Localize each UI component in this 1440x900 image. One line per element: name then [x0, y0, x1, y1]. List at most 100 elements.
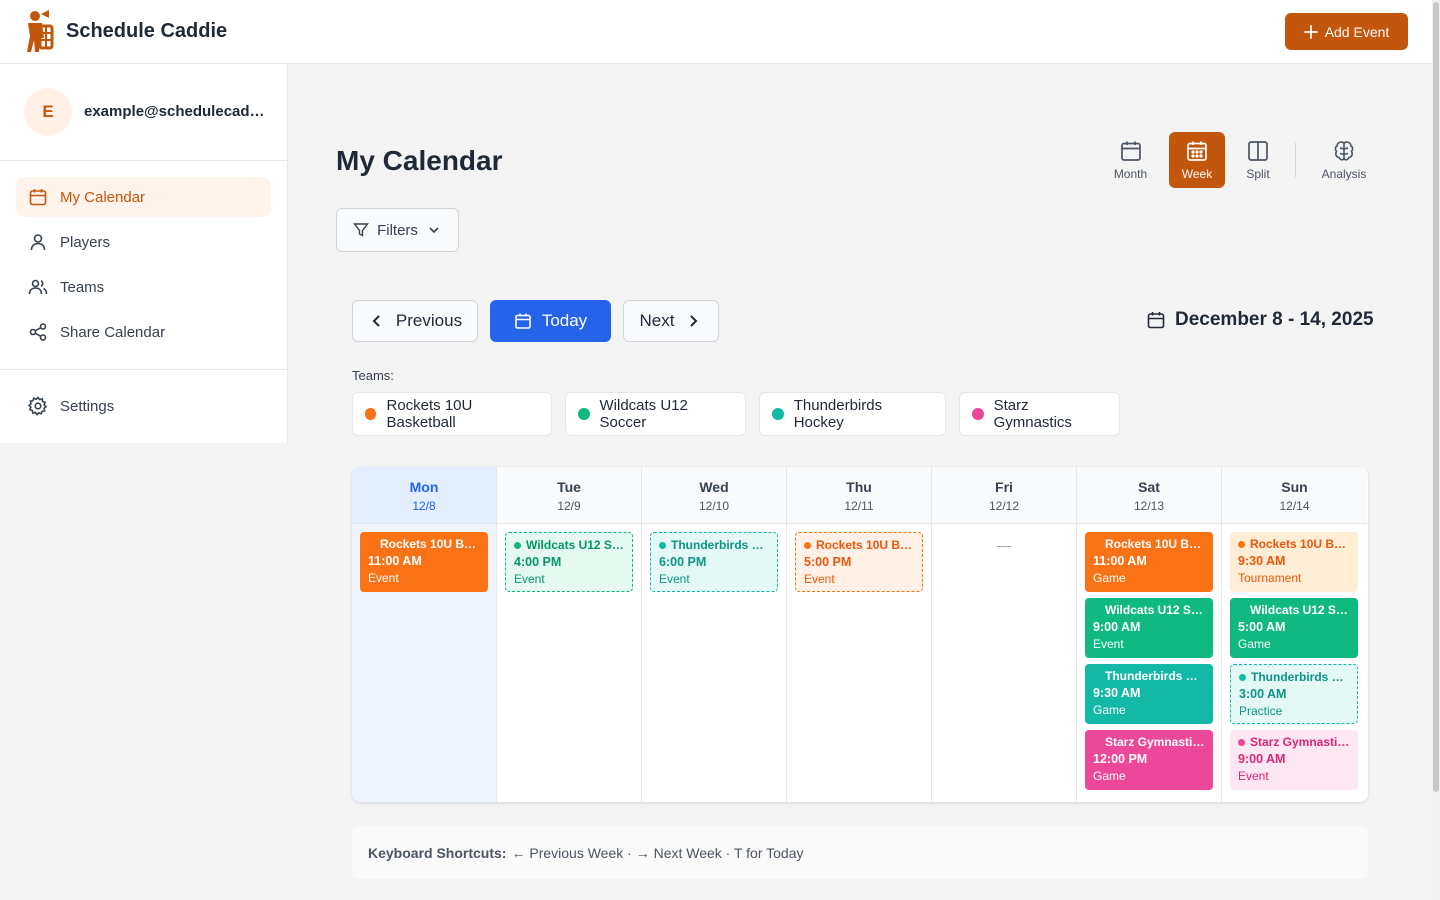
- day-column-wed[interactable]: Wed 12/10 Thunderbirds Hockey 6:00 PM Event: [642, 467, 787, 802]
- event-card[interactable]: Thunderbirds Hockey 9:30 AM Game: [1085, 664, 1213, 724]
- event-time: 12:00 PM: [1093, 752, 1148, 766]
- view-analysis-button[interactable]: Analysis: [1315, 132, 1373, 188]
- team-name: Thunderbirds Hockey: [793, 397, 883, 431]
- sidebar-item-teams[interactable]: Teams: [16, 267, 271, 307]
- sidebar-item-label: Share Calendar: [60, 323, 166, 341]
- team-name: Wildcats U12 Soccer: [599, 397, 688, 431]
- team-chip-thunderbirds[interactable]: Thunderbirds Hockey: [759, 392, 946, 436]
- day-column-sun[interactable]: Sun 12/14 Rockets 10U Basketball 9:30 AM Tou…: [1222, 467, 1367, 802]
- day-column-sat[interactable]: Sat 12/13 Rockets 10U Basketball 11:00 AM Ga…: [1077, 467, 1222, 802]
- event-card[interactable]: Wildcats U12 Soccer 9:00 AM Event: [1085, 598, 1213, 658]
- event-card[interactable]: Wildcats U12 Soccer 4:00 PM Event: [505, 532, 633, 592]
- sidebar: E example@schedulecaddie.com My Calendar…: [0, 64, 288, 443]
- event-title: Starz Gymnastics: [1093, 734, 1205, 751]
- teams-label: Teams:: [352, 368, 394, 383]
- sidebar-item-share-calendar[interactable]: Share Calendar: [16, 312, 271, 352]
- event-time: 9:30 AM: [1238, 554, 1286, 568]
- day-header: Sat 12/13: [1077, 467, 1221, 524]
- today-button[interactable]: Today: [490, 300, 611, 342]
- event-title-text: Thunderbirds Hockey: [671, 538, 769, 552]
- event-time: 9:00 AM: [1238, 752, 1286, 766]
- event-card[interactable]: Thunderbirds Hockey 3:00 AM Practice: [1230, 664, 1358, 724]
- event-title: Rockets 10U Basketball: [1093, 536, 1205, 553]
- event-time: 6:00 PM: [659, 555, 707, 569]
- team-color-dot: [972, 408, 984, 420]
- keyboard-shortcuts: Keyboard Shortcuts: ← Previous Week · → …: [352, 826, 1368, 879]
- user-profile[interactable]: E example@schedulecaddie.com: [0, 64, 288, 161]
- day-name: Thu: [846, 479, 872, 495]
- view-month-button[interactable]: Month: [1103, 132, 1158, 188]
- event-title: Wildcats U12 Soccer: [1238, 602, 1350, 619]
- event-card[interactable]: Starz Gymnastics 12:00 PM Game: [1085, 730, 1213, 790]
- day-header: Fri 12/12: [932, 467, 1076, 524]
- event-card[interactable]: Rockets 10U Basketball 9:30 AM Tournament: [1230, 532, 1358, 592]
- date-range-label: December 8 - 14, 2025: [1175, 309, 1374, 330]
- event-type: Event: [804, 572, 835, 586]
- day-column-thu[interactable]: Thu 12/11 Rockets 10U Basketball 5:00 PM Eve…: [787, 467, 932, 802]
- day-date: 12/13: [1133, 499, 1165, 513]
- filters-button[interactable]: Filters: [336, 208, 459, 252]
- day-column-tue[interactable]: Tue 12/9 Wildcats U12 Soccer 4:00 PM Event: [497, 467, 642, 802]
- avatar: E: [24, 88, 72, 136]
- day-date: 12/10: [698, 499, 730, 513]
- event-card[interactable]: Rockets 10U Basketball 11:00 AM Game: [1085, 532, 1213, 592]
- app-title: Schedule Caddie: [66, 20, 228, 42]
- event-title-text: Starz Gymnastics: [1250, 735, 1350, 749]
- sidebar-item-label: Teams: [60, 278, 105, 296]
- chevron-down-icon: [429, 227, 439, 234]
- shortcuts-text: ← Previous Week · → Next Week · T for To…: [511, 844, 804, 861]
- add-event-button[interactable]: Add Event: [1285, 13, 1408, 50]
- view-month-label: Month: [1113, 167, 1148, 181]
- event-card[interactable]: Thunderbirds Hockey 6:00 PM Event: [650, 532, 778, 592]
- scrollbar-thumb[interactable]: [1433, 2, 1439, 792]
- event-card[interactable]: Rockets 10U Basketball 11:00 AM Event: [360, 532, 488, 592]
- brain-icon: [1334, 141, 1354, 161]
- view-split-button[interactable]: Split: [1234, 132, 1282, 188]
- day-column-fri[interactable]: Fri 12/12 —: [932, 467, 1077, 802]
- next-week-button[interactable]: Next: [623, 300, 719, 342]
- share-icon: [29, 323, 47, 341]
- team-chip-starz[interactable]: Starz Gymnastics: [959, 392, 1120, 436]
- event-type: Event: [1238, 769, 1269, 783]
- add-event-label: Add Event: [1324, 23, 1390, 40]
- previous-week-button[interactable]: Previous: [352, 300, 478, 342]
- day-name: Mon: [409, 479, 439, 495]
- team-chip-rockets[interactable]: Rockets 10U Basketball: [352, 392, 552, 436]
- shortcuts-label: Keyboard Shortcuts:: [368, 844, 507, 861]
- event-title-text: Rockets 10U Basketball: [380, 537, 480, 551]
- view-divider: [1295, 143, 1296, 177]
- day-header: Tue 12/9: [497, 467, 641, 524]
- event-title: Starz Gymnastics: [1238, 734, 1350, 751]
- team-chip-wildcats[interactable]: Wildcats U12 Soccer: [565, 392, 746, 436]
- team-color-dot: [659, 542, 666, 549]
- event-title-text: Thunderbirds Hockey: [1251, 670, 1349, 684]
- team-color-dot: [1238, 541, 1245, 548]
- event-time: 4:00 PM: [514, 555, 562, 569]
- sidebar-item-my-calendar[interactable]: My Calendar: [16, 177, 271, 217]
- day-column-mon[interactable]: Mon 12/8 Rockets 10U Basketball 11:00 AM Eve…: [352, 467, 497, 802]
- event-title-text: Thunderbirds Hockey: [1105, 669, 1205, 683]
- event-time: 9:30 AM: [1093, 686, 1141, 700]
- event-card[interactable]: Wildcats U12 Soccer 5:00 AM Game: [1230, 598, 1358, 658]
- event-title-text: Starz Gymnastics: [1105, 735, 1205, 749]
- event-type: Event: [514, 572, 545, 586]
- team-name: Starz Gymnastics: [993, 397, 1072, 431]
- event-card[interactable]: Rockets 10U Basketball 5:00 PM Event: [795, 532, 923, 592]
- event-type: Game: [1238, 637, 1271, 651]
- event-title: Thunderbirds Hockey: [1239, 669, 1349, 686]
- view-week-button[interactable]: Week: [1169, 132, 1225, 188]
- caddie-logo-icon: [27, 10, 54, 52]
- event-type: Event: [1093, 637, 1124, 651]
- sidebar-divider: [0, 369, 288, 370]
- sidebar-item-settings[interactable]: Settings: [16, 386, 271, 426]
- top-bar: Schedule Caddie Add Event: [0, 0, 1440, 64]
- event-type: Practice: [1239, 704, 1283, 718]
- team-color-dot: [1238, 739, 1245, 746]
- calendar-icon: [1120, 141, 1141, 161]
- event-title-text: Wildcats U12 Soccer: [1105, 603, 1205, 617]
- event-title: Rockets 10U Basketball: [368, 536, 480, 553]
- sidebar-item-players[interactable]: Players: [16, 222, 271, 262]
- next-label: Next: [639, 311, 675, 330]
- event-card[interactable]: Starz Gymnastics 9:00 AM Event: [1230, 730, 1358, 790]
- day-name: Sat: [1138, 479, 1160, 495]
